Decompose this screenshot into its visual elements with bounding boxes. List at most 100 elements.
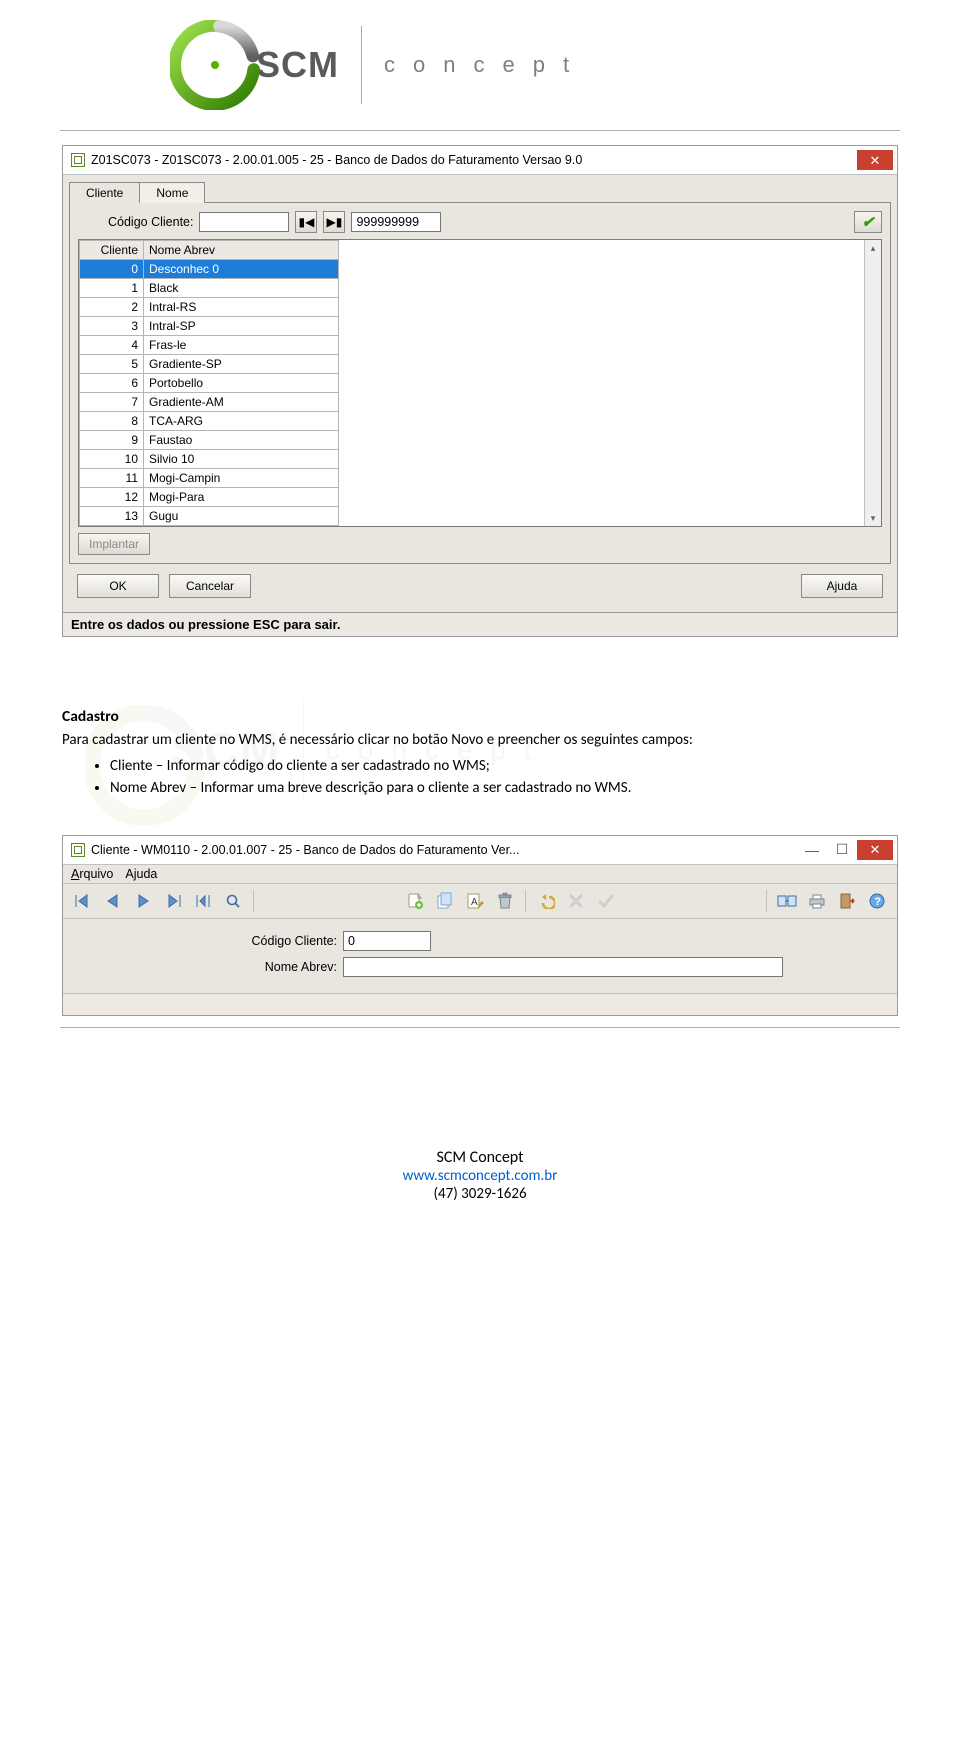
toolbar-separator [766,890,767,912]
print-button[interactable] [803,888,831,914]
confirm-button[interactable]: ✔ [854,211,882,233]
cell-cliente: 6 [80,374,144,393]
tab-nome[interactable]: Nome [139,182,205,203]
nome-input[interactable] [343,957,783,977]
help-button[interactable]: Ajuda [801,574,883,598]
codigo-input[interactable] [199,212,289,232]
tab-panel: Código Cliente: ▮◀ ▶▮ ✔ [69,202,891,564]
implantar-button[interactable]: Implantar [78,533,150,555]
tab-row: Cliente Nome [69,181,891,202]
table-row[interactable]: 8TCA-ARG [80,412,339,431]
save-check-icon [597,893,615,909]
edit-button[interactable]: A [461,888,489,914]
table-row[interactable]: 5Gradiente-SP [80,355,339,374]
titlebar: Z01SC073 - Z01SC073 - 2.00.01.005 - 25 -… [63,146,897,175]
footer-rule [60,1027,900,1028]
toolbar: A [63,884,897,919]
cell-nome: Intral-SP [144,317,339,336]
ok-button[interactable]: OK [77,574,159,598]
document-body: Cadastro Para cadastrar um cliente no WM… [62,707,898,799]
next-icon [135,893,151,909]
close-icon: ✕ [870,843,881,856]
save-button[interactable] [592,888,620,914]
copy-button[interactable] [431,888,459,914]
toolbar-separator [525,890,526,912]
table-row[interactable]: 13Gugu [80,507,339,526]
goto-input[interactable] [351,212,441,232]
help-toolbar-button[interactable]: ? [863,888,891,914]
table-row[interactable]: 9Faustao [80,431,339,450]
cell-nome: Gugu [144,507,339,526]
table-row[interactable]: 2Intral-RS [80,298,339,317]
cell-nome: Black [144,279,339,298]
menubar: Arquivo Ajuda [63,865,897,884]
page-header: SCM concept [0,0,960,130]
last-record-button[interactable] [159,888,187,914]
page-footer: SCM Concept www.scmconcept.com.br (47) 3… [0,1148,960,1233]
new-button[interactable] [401,888,429,914]
bullet-list: Cliente – Informar código do cliente a s… [62,756,898,799]
bullet-item: Cliente – Informar código do cliente a s… [110,756,898,776]
footer-link[interactable]: www.scmconcept.com.br [403,1167,558,1185]
grid-scrollbar[interactable]: ▴ ▾ [864,240,881,526]
first-record-button[interactable] [69,888,97,914]
nome-label: Nome Abrev: [73,960,343,974]
cell-cliente: 8 [80,412,144,431]
col-cliente[interactable]: Cliente [80,241,144,260]
table-row[interactable]: 1Black [80,279,339,298]
search-button[interactable] [219,888,247,914]
related-button[interactable] [773,888,801,914]
close-button[interactable]: ✕ [857,150,893,170]
table-row[interactable]: 6Portobello [80,374,339,393]
toolbar-separator [253,890,254,912]
table-row[interactable]: 12Mogi-Para [80,488,339,507]
cancel-button[interactable]: Cancelar [169,574,251,598]
trash-icon [497,892,513,910]
minimize-icon: — [805,842,819,858]
table-row[interactable]: 3Intral-SP [80,317,339,336]
close-button[interactable]: ✕ [857,840,893,860]
cliente-grid[interactable]: Cliente Nome Abrev 0Desconhec 01Black2In… [78,239,882,527]
cell-cliente: 4 [80,336,144,355]
last-icon: ▶▮ [327,215,343,229]
scroll-down-icon[interactable]: ▾ [865,510,881,526]
cell-cliente: 1 [80,279,144,298]
window-title: Cliente - WM0110 - 2.00.01.007 - 25 - Ba… [91,843,519,857]
cell-cliente: 3 [80,317,144,336]
footer-name: SCM Concept [0,1148,960,1167]
new-icon [406,892,424,910]
delete-button[interactable] [491,888,519,914]
prev-icon [105,893,121,909]
menu-ajuda[interactable]: Ajuda [125,867,157,881]
codigo-input[interactable] [343,931,431,951]
cancel-edit-button[interactable] [562,888,590,914]
status-line: Entre os dados ou pressione ESC para sai… [63,612,897,636]
scroll-up-icon[interactable]: ▴ [865,240,881,256]
exit-button[interactable] [833,888,861,914]
tab-cliente[interactable]: Cliente [69,182,140,203]
goto-button[interactable] [189,888,217,914]
menu-arquivo[interactable]: Arquivo [71,867,113,881]
logo-divider [361,26,362,104]
codigo-label: Código Cliente: [73,934,343,948]
table-row[interactable]: 10Silvio 10 [80,450,339,469]
next-record-button[interactable] [129,888,157,914]
prev-record-button[interactable] [99,888,127,914]
table-row[interactable]: 4Fras-le [80,336,339,355]
cell-nome: Fras-le [144,336,339,355]
table-row[interactable]: 0Desconhec 0 [80,260,339,279]
table-row[interactable]: 7Gradiente-AM [80,393,339,412]
maximize-button[interactable]: ☐ [827,840,857,860]
last-button[interactable]: ▶▮ [323,211,345,233]
cell-nome: Faustao [144,431,339,450]
undo-button[interactable] [532,888,560,914]
minimize-button[interactable]: — [797,840,827,860]
section-heading: Cadastro [62,707,898,728]
first-button[interactable]: ▮◀ [295,211,317,233]
footer-phone: (47) 3029-1626 [0,1185,960,1203]
table-row[interactable]: 11Mogi-Campin [80,469,339,488]
cell-cliente: 12 [80,488,144,507]
cell-cliente: 2 [80,298,144,317]
cell-cliente: 13 [80,507,144,526]
col-nome[interactable]: Nome Abrev [144,241,339,260]
